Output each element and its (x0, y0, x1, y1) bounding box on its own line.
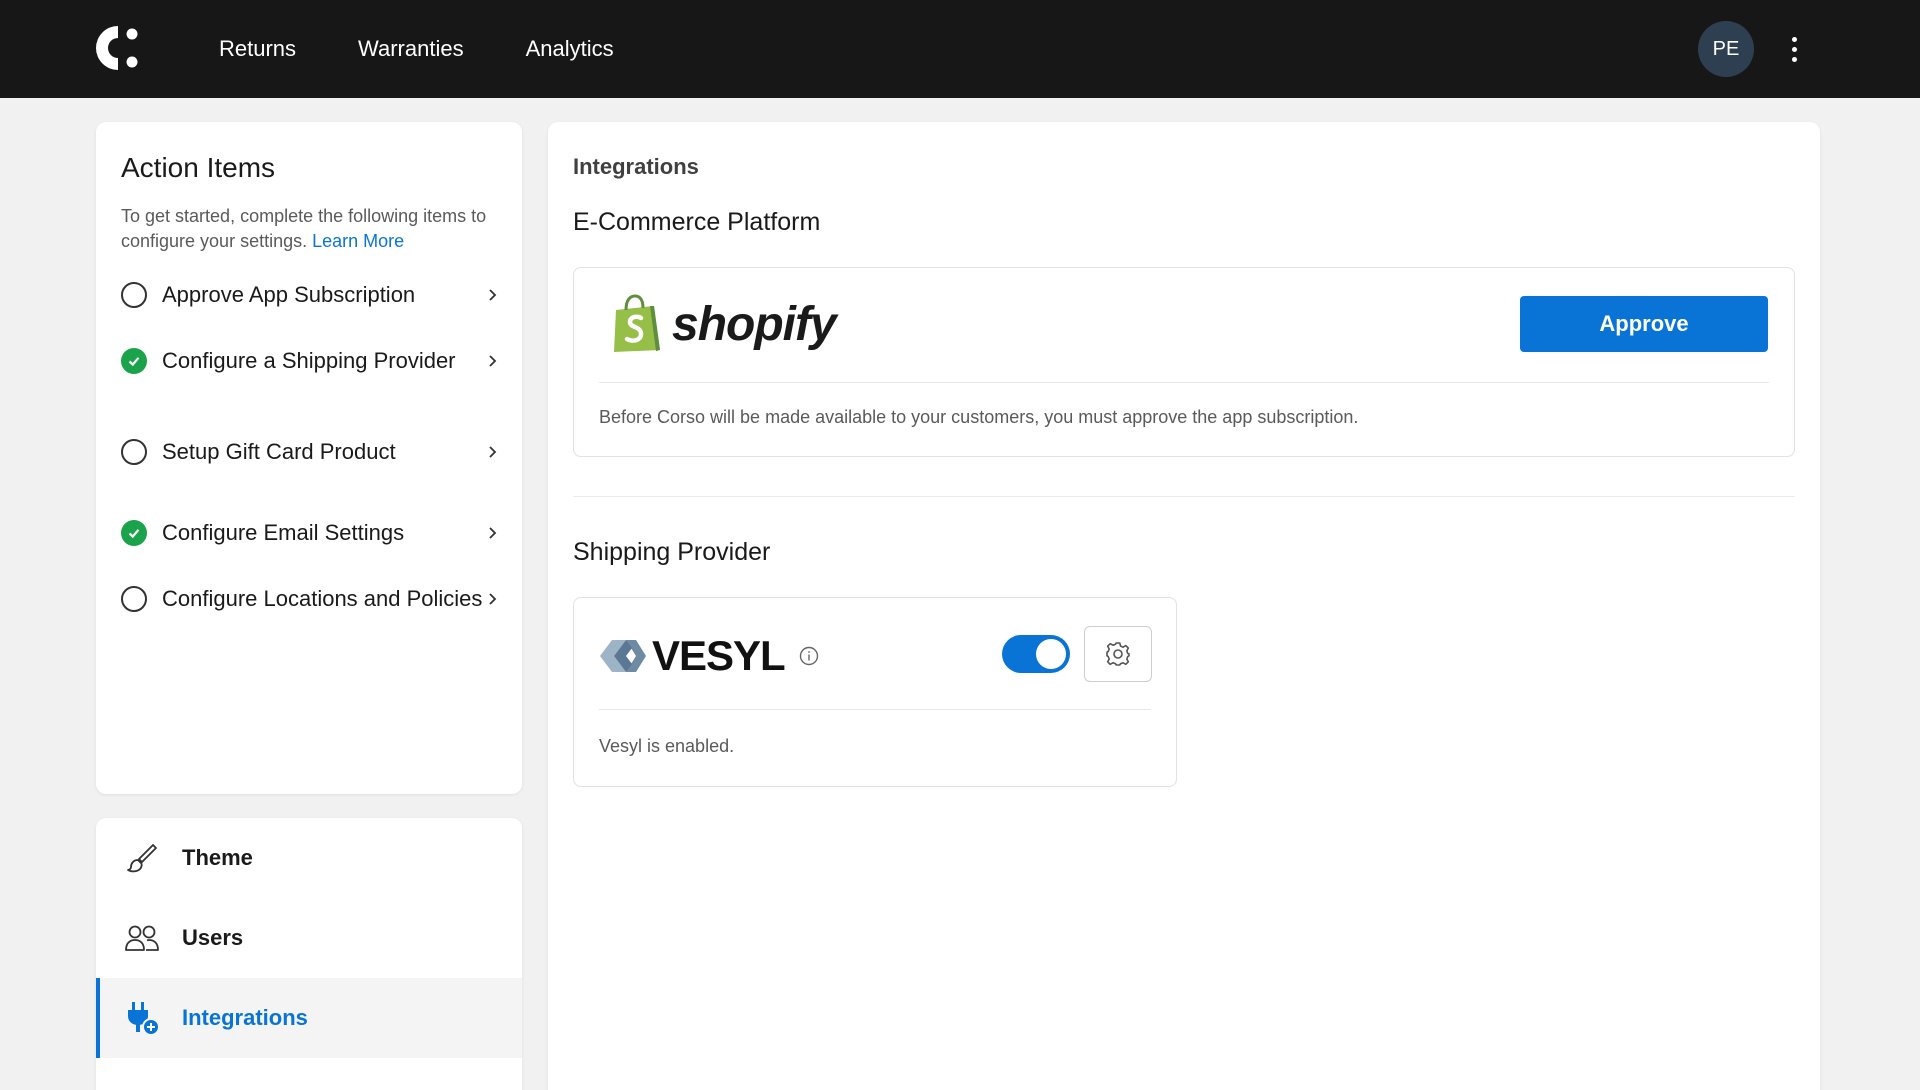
vesyl-logo: VESYL (600, 632, 819, 680)
action-item-configure-locations-policies[interactable]: Configure Locations and Policies (121, 583, 499, 614)
chevron-right-icon (489, 288, 497, 301)
section-divider (573, 496, 1795, 497)
action-item-label: Configure Locations and Policies (162, 586, 483, 611)
nav-returns[interactable]: Returns (219, 36, 296, 62)
top-nav-bar: Returns Warranties Analytics PE (0, 0, 1920, 98)
settings-item-label: Theme (182, 845, 253, 870)
chevron-right-icon (489, 354, 497, 367)
gear-icon (1106, 642, 1130, 666)
shopify-integration-panel: shopify Approve Before Corso will be mad… (573, 267, 1795, 457)
approve-button[interactable]: Approve (1520, 296, 1768, 352)
settings-item-theme[interactable]: Theme (96, 818, 522, 898)
info-icon[interactable] (799, 646, 819, 666)
settings-item-users[interactable]: Users (96, 898, 522, 978)
shipping-section-title: Shipping Provider (573, 538, 771, 566)
settings-item-label: Users (182, 925, 244, 950)
vesyl-enabled-toggle[interactable] (1002, 635, 1070, 673)
settings-item-label: Integrations (182, 1005, 308, 1030)
chevron-right-icon (489, 592, 497, 605)
action-item-label: Setup Gift Card Product (162, 439, 396, 464)
shopify-bag-icon (614, 294, 660, 352)
incomplete-circle-icon (121, 281, 147, 308)
vesyl-wordmark: VESYL (652, 632, 786, 679)
chevron-right-icon (489, 445, 497, 458)
action-items-description: To get started, complete the following i… (121, 206, 487, 251)
action-item-approve-app-subscription[interactable]: Approve App Subscription (121, 279, 499, 310)
incomplete-circle-icon (121, 438, 147, 465)
paintbrush-icon (124, 840, 160, 876)
more-options-icon[interactable] (1784, 30, 1804, 68)
action-items-card: Action Items To get started, complete th… (96, 122, 522, 794)
action-item-configure-shipping-provider[interactable]: Configure a Shipping Provider (121, 345, 499, 376)
action-item-label: Configure a Shipping Provider (162, 348, 456, 373)
shopify-wordmark: shopify (672, 297, 837, 351)
action-item-setup-gift-card-product[interactable]: Setup Gift Card Product (121, 436, 499, 467)
settings-item-integrations[interactable]: Integrations (96, 978, 522, 1058)
shopify-logo: shopify (610, 294, 837, 354)
vesyl-mark-icon (600, 640, 646, 672)
check-circle-icon (121, 519, 147, 546)
action-item-label: Approve App Subscription (162, 282, 416, 307)
integrations-card: Integrations E-Commerce Platform shopify… (548, 122, 1820, 1090)
main-nav: Returns Warranties Analytics (219, 0, 614, 98)
ecommerce-section-title: E-Commerce Platform (573, 208, 821, 236)
divider (599, 709, 1151, 710)
check-circle-icon (121, 347, 147, 374)
settings-nav-card: Theme Users Integrations (96, 818, 522, 1090)
action-item-label: Configure Email Settings (162, 520, 405, 545)
users-icon (124, 920, 160, 956)
approval-note: Before Corso will be made available to y… (599, 407, 1359, 427)
integrations-title: Integrations (573, 154, 699, 179)
user-avatar[interactable]: PE (1698, 21, 1754, 77)
vesyl-integration-panel: VESYL Vesyl is enabled. (573, 597, 1177, 787)
incomplete-circle-icon (121, 585, 147, 612)
toggle-knob (1036, 639, 1066, 669)
chevron-right-icon (489, 526, 497, 539)
action-items-title: Action Items (121, 152, 276, 183)
learn-more-link[interactable]: Learn More (312, 231, 404, 251)
vesyl-settings-button[interactable] (1084, 626, 1152, 682)
nav-analytics[interactable]: Analytics (526, 36, 614, 62)
corso-logo-icon[interactable] (92, 22, 144, 74)
divider (599, 382, 1769, 383)
action-item-configure-email-settings[interactable]: Configure Email Settings (121, 517, 499, 548)
plug-icon (124, 1000, 160, 1036)
nav-warranties[interactable]: Warranties (358, 36, 464, 62)
vesyl-status-note: Vesyl is enabled. (599, 736, 735, 756)
